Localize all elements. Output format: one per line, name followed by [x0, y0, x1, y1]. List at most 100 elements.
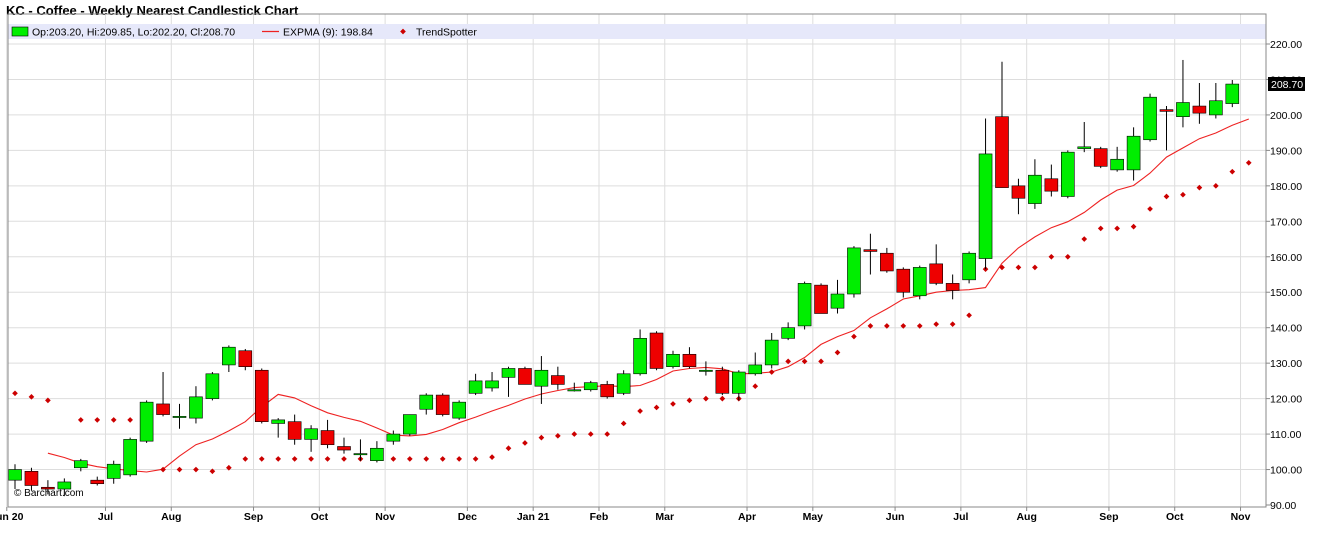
candle-body: [1110, 158, 1124, 171]
candle: [995, 61, 1009, 188]
x-tick-label: Jul: [98, 511, 113, 523]
candle: [1225, 79, 1240, 108]
candle: [880, 247, 894, 273]
candle: [814, 283, 828, 314]
trendspotter-point: [1114, 225, 1120, 232]
y-axis: 90.00 100.00 110.00 120.00 130.00 140.00 150.0…: [1266, 39, 1302, 512]
trendspotter-point: [176, 466, 183, 473]
candle: [353, 439, 368, 461]
candle: [1044, 164, 1059, 197]
trendspotter-point: [933, 321, 940, 327]
candle-body: [172, 416, 187, 418]
candle-body: [1011, 185, 1026, 199]
candle: [139, 400, 154, 443]
candle: [287, 414, 302, 445]
y-tick-label: 150.00: [1270, 287, 1302, 299]
trendspotter-point: [653, 404, 660, 411]
trendspotter-series: [12, 159, 1252, 475]
trendspotter-point: [1163, 193, 1170, 200]
candle: [1159, 106, 1174, 151]
x-tick-label: Jan 21: [517, 511, 550, 523]
candle-body: [304, 428, 318, 440]
candle-body: [962, 252, 976, 281]
trendspotter-point: [127, 417, 133, 423]
candle-body: [353, 453, 368, 456]
candle: [402, 414, 417, 436]
candle: [1143, 93, 1157, 142]
trendspotter-point: [1130, 223, 1137, 230]
trendspotter-point: [834, 349, 841, 356]
trendspotter-point: [1213, 183, 1219, 189]
candle-body: [1176, 102, 1190, 117]
trendspotter-point: [522, 440, 528, 446]
trendspotter-point: [1064, 253, 1071, 260]
candle: [764, 333, 779, 369]
candle-body: [978, 153, 993, 259]
candle-body: [419, 394, 434, 410]
candle-body: [337, 446, 351, 451]
candle: [156, 372, 170, 417]
candle-body: [666, 353, 680, 367]
candle-body: [518, 368, 532, 385]
x-tick-label: Sep: [1099, 511, 1118, 523]
trendspotter-point: [1097, 225, 1104, 232]
candle: [419, 393, 434, 415]
candle-body: [139, 401, 154, 442]
candle-body: [945, 283, 960, 291]
trendspotter-point: [77, 417, 84, 423]
x-tick-label: Jul: [953, 511, 968, 523]
trendspotter-point: [242, 456, 249, 462]
candle: [205, 372, 220, 401]
candle-body: [764, 339, 779, 366]
candle: [518, 366, 532, 385]
candle: [633, 329, 647, 376]
x-tick-label: Nov: [1231, 511, 1251, 523]
trendspotter-point: [308, 456, 314, 462]
trendspotter-point: [423, 456, 430, 462]
candle: [106, 460, 121, 484]
trendspotter-point: [1229, 168, 1236, 175]
candle-body: [797, 283, 812, 327]
trendspotter-point: [324, 456, 331, 462]
candle: [320, 419, 335, 449]
x-tick-label: Jun 20: [0, 511, 24, 523]
candle-body: [616, 373, 631, 394]
y-tick-label: 140.00: [1270, 323, 1302, 335]
candle-body: [1061, 151, 1075, 197]
candle: [616, 370, 631, 396]
candle: [896, 267, 911, 298]
candle-body: [929, 263, 944, 284]
candle-body: [682, 353, 697, 367]
trendspotter-point: [12, 390, 18, 397]
candle: [682, 347, 697, 369]
candle-body: [189, 396, 203, 419]
candle: [1176, 59, 1190, 128]
trendspotter-point: [439, 456, 446, 462]
candle-body: [830, 293, 845, 309]
trendspotter-point: [604, 431, 611, 437]
trendspotter-point: [291, 456, 298, 462]
trendspotter-point: [768, 369, 775, 375]
candle: [649, 331, 664, 371]
chart-canvas: Op:203.20, Hi:209.85, Lo:202.20, Cl:208.…: [0, 13, 1305, 523]
trendspotter-point: [1245, 159, 1252, 166]
y-tick-label: 110.00: [1270, 429, 1301, 441]
candle-body: [699, 369, 713, 372]
trendspotter-point: [851, 333, 857, 340]
trendspotter-point: [406, 456, 413, 462]
candle-body: [238, 350, 253, 368]
trendspotter-point: [258, 456, 265, 462]
trendspotter-point: [670, 401, 676, 407]
legend-ohlc-swatch: [11, 26, 29, 37]
candle-body: [1126, 135, 1141, 171]
candle-body: [912, 267, 927, 297]
candle-body: [74, 460, 88, 469]
trendspotter-point: [587, 431, 594, 437]
candle-body: [402, 414, 417, 435]
candle-body: [1143, 96, 1157, 141]
candle-body: [863, 249, 878, 252]
candle: [912, 265, 927, 300]
candle: [452, 400, 466, 420]
y-tick-label: 130.00: [1270, 358, 1302, 370]
candle-body: [452, 401, 466, 419]
